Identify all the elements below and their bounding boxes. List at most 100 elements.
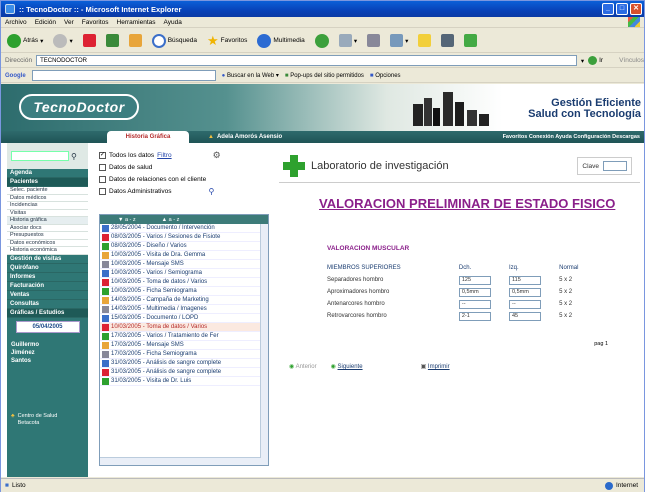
document-list-item[interactable]: 17/03/2005 - Varios / Tratamiento de Fer bbox=[100, 332, 268, 341]
sidebar-subitem[interactable]: Incidencias bbox=[7, 202, 88, 210]
home-button[interactable] bbox=[127, 32, 144, 50]
filter-all[interactable]: ✓ Todos los datos Filtro ⚙ bbox=[99, 149, 271, 161]
sidebar-subitem[interactable]: Selec. paciente bbox=[7, 187, 88, 195]
menu-ayuda[interactable]: Ayuda bbox=[164, 19, 182, 26]
sidebar-item-graficas[interactable]: Gráficas / Estudios bbox=[7, 308, 88, 318]
sidebar-item-quirofano[interactable]: Quirófano bbox=[7, 264, 88, 273]
vertical-scrollbar[interactable] bbox=[260, 224, 268, 465]
sidebar-item-informes[interactable]: Informes bbox=[7, 273, 88, 282]
google-logo[interactable]: Google bbox=[5, 73, 26, 79]
sidebar-item-gestion-visitas[interactable]: Gestión de visitas bbox=[7, 255, 88, 264]
sidebar-item-ventas[interactable]: Ventas bbox=[7, 291, 88, 300]
minimize-button[interactable]: _ bbox=[602, 3, 614, 15]
forward-button[interactable]: ▾ bbox=[51, 32, 74, 50]
maximize-button[interactable]: □ bbox=[616, 3, 628, 15]
stop-button[interactable] bbox=[81, 32, 98, 50]
filter-client[interactable]: Datos de relaciones con el cliente bbox=[99, 173, 271, 185]
document-list-item[interactable]: 08/03/2005 - Varios / Sesiones de Fisiot… bbox=[100, 233, 268, 242]
right-value-field[interactable]: 2-1 bbox=[458, 311, 491, 321]
checkbox[interactable] bbox=[99, 163, 106, 171]
close-button[interactable]: ✕ bbox=[630, 3, 642, 15]
menu-archivo[interactable]: Archivo bbox=[5, 19, 27, 26]
go-button[interactable]: Ir bbox=[588, 56, 603, 65]
refresh-button[interactable] bbox=[104, 32, 121, 50]
document-list-item[interactable]: 14/03/2005 - Campaña de Marketing bbox=[100, 296, 268, 305]
document-list-item[interactable]: 31/03/2005 - Análisis de sangre complete bbox=[100, 359, 268, 368]
links-button[interactable]: Vínculos bbox=[619, 57, 644, 64]
sidebar-subitem[interactable]: Datos económicos bbox=[7, 239, 88, 247]
messenger-button[interactable] bbox=[462, 32, 479, 50]
document-list-item[interactable]: 31/03/2005 - Visita de Dr. Luis bbox=[100, 377, 268, 386]
checkbox[interactable] bbox=[99, 175, 106, 183]
sidebar-subitem[interactable]: Historia económica bbox=[7, 247, 88, 255]
document-list-item[interactable]: 17/03/2005 - Mensaje SMS bbox=[100, 341, 268, 350]
document-list-item[interactable]: 15/03/2005 - Documento / LOPD bbox=[100, 314, 268, 323]
google-search-input[interactable] bbox=[31, 70, 216, 81]
options-button[interactable]: ■ Opciones bbox=[370, 73, 401, 79]
document-list-item[interactable]: 10/03/2005 - Toma de datos / Varios bbox=[100, 278, 268, 287]
document-list-item[interactable]: 28/05/2004 - Documento / Intervención bbox=[100, 224, 268, 233]
security-zone[interactable]: Internet bbox=[604, 481, 638, 490]
tab-historia-grafica[interactable]: Historia Gráfica bbox=[107, 131, 189, 143]
sidebar-item-pacientes[interactable]: Pacientes bbox=[7, 178, 88, 187]
right-value-field[interactable]: 125 bbox=[458, 275, 491, 285]
previous-button[interactable]: ◉ Anterior bbox=[289, 363, 317, 370]
checkbox-checked[interactable]: ✓ bbox=[99, 151, 106, 159]
sidebar-search-input[interactable] bbox=[11, 151, 69, 161]
filter-link[interactable]: Filtro bbox=[157, 152, 171, 159]
sidebar-item-consultas[interactable]: Consultas bbox=[7, 300, 88, 309]
folder-button[interactable] bbox=[416, 32, 433, 50]
left-value-field[interactable]: 45 bbox=[509, 311, 541, 321]
top-links[interactable]: Favoritos Conexión Ayuda Configuración D… bbox=[503, 131, 640, 143]
settings-icon[interactable]: ⚙ bbox=[213, 150, 221, 161]
sidebar-subitem[interactable]: Asociar docs bbox=[7, 224, 88, 232]
menu-herramientas[interactable]: Herramientas bbox=[117, 19, 156, 26]
document-list-item[interactable]: 10/03/2005 - Varios / Semiograma bbox=[100, 269, 268, 278]
sidebar-subitem[interactable]: Datos médicos bbox=[7, 194, 88, 202]
history-button[interactable] bbox=[313, 32, 331, 50]
document-list-item[interactable]: 10/03/2005 - Mensaje SMS bbox=[100, 260, 268, 269]
sort-desc-button[interactable]: ▼ a - z bbox=[118, 217, 136, 223]
mail-button[interactable]: ▾ bbox=[337, 32, 359, 50]
menu-edicion[interactable]: Edición bbox=[35, 19, 56, 26]
checkbox[interactable] bbox=[99, 187, 106, 195]
popup-blocker-button[interactable]: ■ Pop-ups del sitio permitidos bbox=[285, 73, 364, 79]
discuss-button[interactable] bbox=[439, 32, 456, 50]
sidebar-subitem[interactable]: Visitas bbox=[7, 209, 88, 217]
favorites-button[interactable]: ★ Favoritos bbox=[205, 32, 249, 50]
sidebar-item-agenda[interactable]: Agenda bbox=[7, 169, 88, 178]
media-button[interactable]: Multimedia bbox=[255, 32, 306, 50]
filter-admin[interactable]: Datos Administrativos ⚲ bbox=[99, 185, 271, 197]
title-bar[interactable]: :: TecnoDoctor :: - Microsoft Internet E… bbox=[1, 1, 644, 17]
document-list-item[interactable]: 10/03/2005 - Visita de Dra. Gemma bbox=[100, 251, 268, 260]
document-list-item[interactable]: 14/03/2005 - Multimedia / Imagenes bbox=[100, 305, 268, 314]
document-list-item[interactable]: 31/03/2005 - Análisis de sangre complete bbox=[100, 368, 268, 377]
address-input[interactable]: TECNODOCTOR bbox=[36, 55, 577, 66]
print-button[interactable] bbox=[365, 32, 382, 50]
sidebar-item-facturacion[interactable]: Facturación bbox=[7, 282, 88, 291]
document-list-item[interactable]: 10/03/2005 - Toma de datos / Varios bbox=[100, 323, 268, 332]
left-value-field[interactable]: 115 bbox=[509, 275, 541, 285]
document-list-item[interactable]: 08/03/2005 - Diseño / Varios bbox=[100, 242, 268, 251]
sidebar-subitem-selected[interactable]: Historia gráfica bbox=[7, 217, 88, 225]
search-button[interactable]: Búsqueda bbox=[150, 32, 199, 50]
document-list-item[interactable]: 10/03/2005 - Ficha Semiograma bbox=[100, 287, 268, 296]
google-search-button[interactable]: ● Buscar en la Web ▾ bbox=[222, 72, 279, 79]
address-dropdown[interactable]: ▾ bbox=[581, 57, 584, 65]
horizontal-scrollbar[interactable] bbox=[100, 457, 261, 465]
search-icon[interactable]: ⚲ bbox=[209, 187, 215, 196]
current-date[interactable]: 05/04/2005 bbox=[15, 320, 80, 333]
left-value-field[interactable]: 0,5mm bbox=[509, 287, 541, 297]
document-list-item[interactable]: 17/03/2005 - Ficha Semiograma bbox=[100, 350, 268, 359]
search-icon[interactable]: ⚲ bbox=[71, 152, 77, 161]
right-value-field[interactable]: -- bbox=[458, 299, 491, 309]
clave-input[interactable] bbox=[603, 161, 627, 171]
back-button[interactable]: Atrás ▾ bbox=[5, 32, 45, 50]
edit-button[interactable]: ▾ bbox=[388, 32, 410, 50]
tecnodoctor-logo[interactable]: TecnoDoctor bbox=[19, 94, 139, 120]
menu-favoritos[interactable]: Favoritos bbox=[82, 19, 109, 26]
sidebar-subitem[interactable]: Presupuestos bbox=[7, 232, 88, 240]
right-value-field[interactable]: 0,5mm bbox=[458, 287, 491, 297]
left-value-field[interactable]: -- bbox=[509, 299, 541, 309]
print-report-button[interactable]: ▣ Imprimir bbox=[421, 363, 450, 370]
